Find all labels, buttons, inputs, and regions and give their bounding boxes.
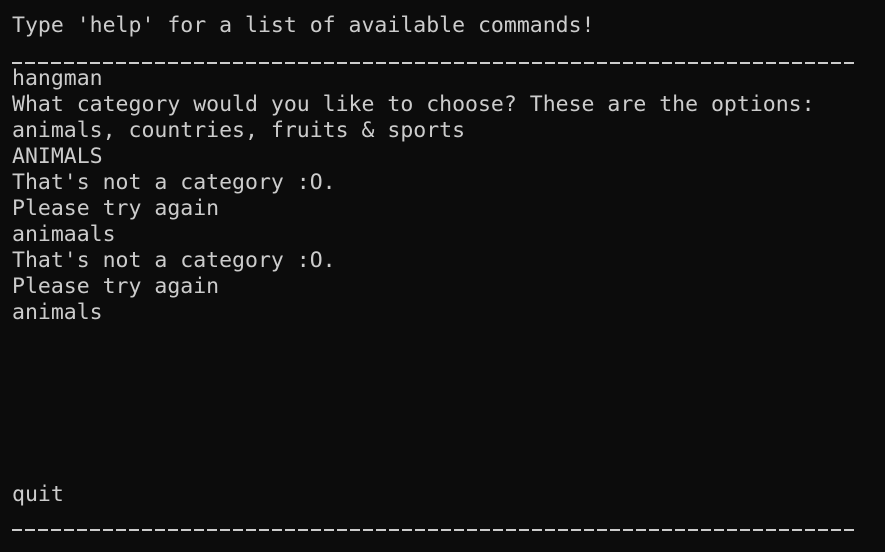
output-line: animals [12, 300, 103, 325]
top-divider [12, 62, 857, 64]
output-line: Please try again [12, 274, 220, 299]
output-line: That's not a category :O. [12, 248, 336, 273]
output-line: Please try again [12, 196, 220, 221]
terminal-header: Type 'help' for a list of available comm… [12, 13, 595, 38]
output-line: ANIMALS [12, 144, 103, 169]
terminal-window[interactable]: Type 'help' for a list of available comm… [0, 0, 885, 552]
output-line: hangman [12, 66, 103, 91]
command-input-line[interactable]: quit [12, 482, 64, 508]
output-line: What category would you like to choose? … [12, 92, 815, 117]
bottom-divider [12, 529, 857, 531]
output-line: animaals [12, 222, 116, 247]
output-line: That's not a category :O. [12, 170, 336, 195]
output-line: animals, countries, fruits & sports [12, 118, 466, 143]
